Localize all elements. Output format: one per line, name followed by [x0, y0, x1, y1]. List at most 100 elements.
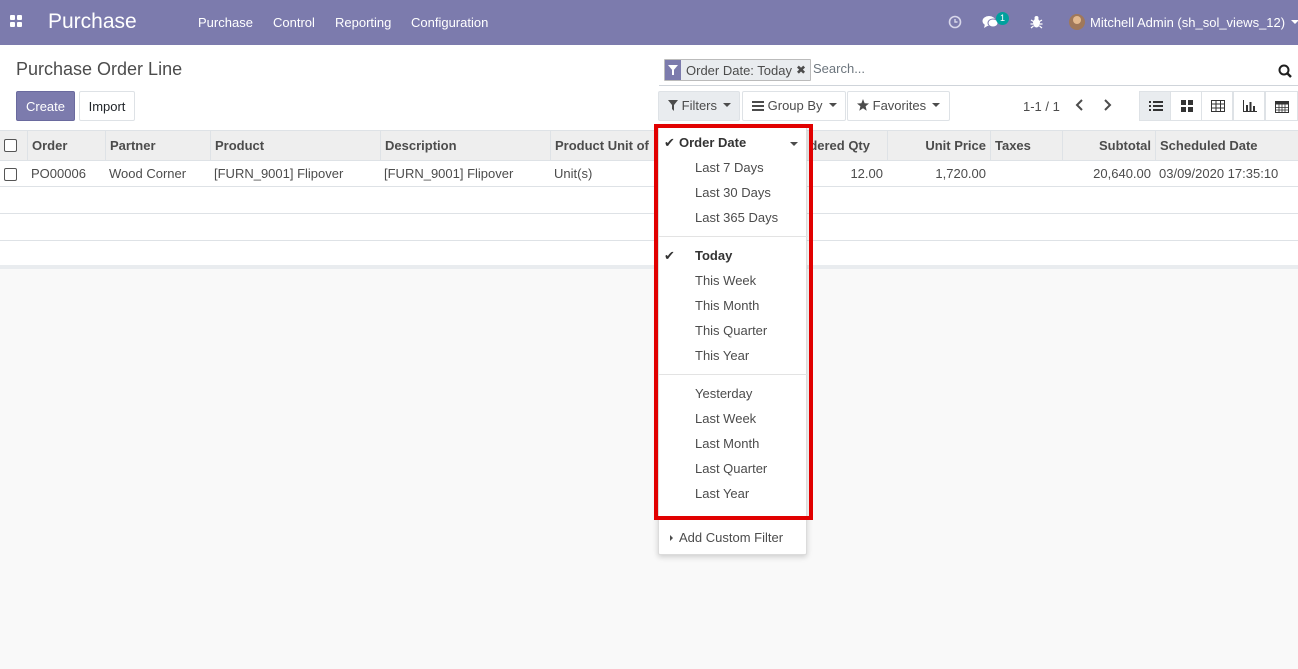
view-switcher — [1139, 91, 1298, 121]
filter-option[interactable]: Last Week — [659, 407, 808, 431]
kanban-view-icon — [1181, 100, 1193, 112]
cell-description: [FURN_9001] Flipover — [384, 166, 514, 181]
pivot-table-icon — [1211, 100, 1225, 112]
column-taxes[interactable]: Taxes — [990, 131, 1062, 161]
search-bar: Order Date: Today ✖ — [659, 56, 1298, 86]
filter-funnel-icon — [665, 60, 681, 80]
search-input[interactable] — [813, 61, 1253, 76]
favorites-label: Favorites — [872, 98, 927, 113]
list-view-icon — [1149, 101, 1163, 111]
filter-icon — [668, 100, 678, 112]
app-brand[interactable]: Purchase — [48, 10, 137, 34]
column-description[interactable]: Description — [380, 131, 550, 161]
messages-badge: 1 — [996, 12, 1009, 25]
filters-button[interactable]: Filters — [658, 91, 740, 121]
star-icon — [857, 99, 869, 111]
filter-option[interactable]: Last Quarter — [659, 457, 808, 481]
dropdown-divider — [659, 516, 808, 517]
expand-caret-icon — [670, 535, 673, 541]
debug-bug-icon[interactable] — [1030, 15, 1043, 29]
select-all-checkbox[interactable] — [4, 139, 17, 152]
filter-option[interactable]: This Quarter — [659, 319, 808, 343]
check-icon: ✔ — [664, 135, 675, 150]
filter-option[interactable]: Yesterday — [659, 382, 808, 406]
kanban-view-button[interactable] — [1170, 91, 1202, 121]
bar-chart-icon — [1243, 100, 1257, 112]
user-caret-icon — [1291, 20, 1298, 24]
calendar-view-button[interactable] — [1265, 91, 1298, 121]
user-menu[interactable]: Mitchell Admin (sh_sol_views_12) — [1090, 15, 1285, 30]
dropdown-divider — [659, 236, 808, 237]
dropdown-divider — [659, 374, 808, 375]
add-custom-filter-label: Add Custom Filter — [679, 530, 784, 545]
filters-dropdown: ✔ Order Date Last 7 Days Last 30 Days La… — [658, 125, 808, 555]
filter-order-date[interactable]: ✔ Order Date — [659, 131, 808, 155]
list-view-button[interactable] — [1139, 91, 1171, 121]
pivot-view-button[interactable] — [1201, 91, 1233, 121]
empty-row — [0, 188, 1298, 214]
filter-option-today[interactable]: ✔ Today — [659, 244, 808, 268]
groupby-caret-icon — [828, 103, 837, 108]
filters-caret-icon — [723, 103, 732, 108]
page-title: Purchase Order Line — [16, 59, 183, 79]
filter-option[interactable]: Last Year — [659, 482, 808, 506]
apps-menu-icon[interactable] — [10, 15, 23, 28]
filter-option[interactable]: This Year — [659, 344, 808, 368]
column-product[interactable]: Product — [210, 131, 380, 161]
cell-product: [FURN_9001] Flipover — [214, 166, 344, 181]
menu-purchase[interactable]: Purchase — [198, 15, 253, 30]
add-custom-filter[interactable]: Add Custom Filter — [659, 526, 808, 550]
column-order[interactable]: Order — [27, 131, 105, 161]
column-unit-price[interactable]: Unit Price — [887, 131, 990, 161]
menu-configuration[interactable]: Configuration — [411, 15, 488, 30]
pager-next-icon[interactable] — [1100, 97, 1114, 113]
menu-control[interactable]: Control — [273, 15, 315, 30]
groupby-button[interactable]: Group By — [742, 91, 846, 121]
create-button[interactable]: Create — [16, 91, 75, 121]
facet-remove-icon[interactable]: ✖ — [796, 63, 810, 77]
table-header: Order Partner Product Description Produc… — [0, 131, 1298, 161]
filter-option[interactable]: Last 365 Days — [659, 206, 808, 230]
filter-option[interactable]: Last Month — [659, 432, 808, 456]
column-scheduled-date[interactable]: Scheduled Date — [1155, 131, 1298, 161]
filter-option-label: Today — [695, 248, 733, 263]
menu-reporting[interactable]: Reporting — [335, 15, 391, 30]
facet-label: Order Date: Today — [686, 62, 792, 78]
cell-unit-price: 1,720.00 — [935, 166, 986, 181]
pager-previous-icon[interactable] — [1073, 97, 1087, 113]
cell-subtotal: 20,640.00 — [1093, 166, 1151, 181]
filter-option[interactable]: This Month — [659, 294, 808, 318]
empty-row — [0, 215, 1298, 241]
calendar-icon — [1275, 101, 1289, 113]
cell-order: PO00006 — [31, 166, 86, 181]
favorites-caret-icon — [932, 103, 941, 108]
search-facet: Order Date: Today ✖ — [664, 59, 812, 81]
top-navbar: Purchase Purchase Control Reporting Conf… — [0, 0, 1298, 45]
filter-option[interactable]: Last 30 Days — [659, 181, 808, 205]
table-row[interactable]: PO00006 Wood Corner [FURN_9001] Flipover… — [0, 161, 1298, 187]
control-panel: Purchase Order Line Create Import Order … — [0, 45, 1298, 131]
graph-view-button[interactable] — [1233, 91, 1265, 121]
order-date-caret-icon — [790, 142, 798, 146]
filter-option[interactable]: This Week — [659, 269, 808, 293]
filter-option[interactable]: Last 7 Days — [659, 156, 808, 180]
column-subtotal[interactable]: Subtotal — [1062, 131, 1155, 161]
user-avatar[interactable] — [1069, 14, 1085, 30]
groupby-label: Group By — [767, 98, 823, 113]
column-product-uom[interactable]: Product Unit of — [550, 131, 658, 161]
filters-label: Filters — [681, 98, 718, 113]
activity-clock-icon[interactable] — [948, 15, 962, 29]
favorites-button[interactable]: Favorites — [847, 91, 950, 121]
cell-scheduled-date: 03/09/2020 17:35:10 — [1159, 166, 1279, 181]
cell-uom: Unit(s) — [554, 166, 593, 181]
cell-taxes — [990, 161, 1062, 187]
search-icon[interactable] — [1278, 64, 1292, 78]
import-button[interactable]: Import — [79, 91, 135, 121]
pager-value[interactable]: 1-1 / 1 — [1023, 99, 1060, 114]
row-checkbox[interactable] — [4, 168, 17, 181]
empty-row — [0, 241, 1298, 267]
column-partner[interactable]: Partner — [105, 131, 210, 161]
groupby-bars-icon — [752, 100, 764, 111]
cell-partner: Wood Corner — [109, 166, 187, 181]
list-view: Order Partner Product Description Produc… — [0, 131, 1298, 269]
